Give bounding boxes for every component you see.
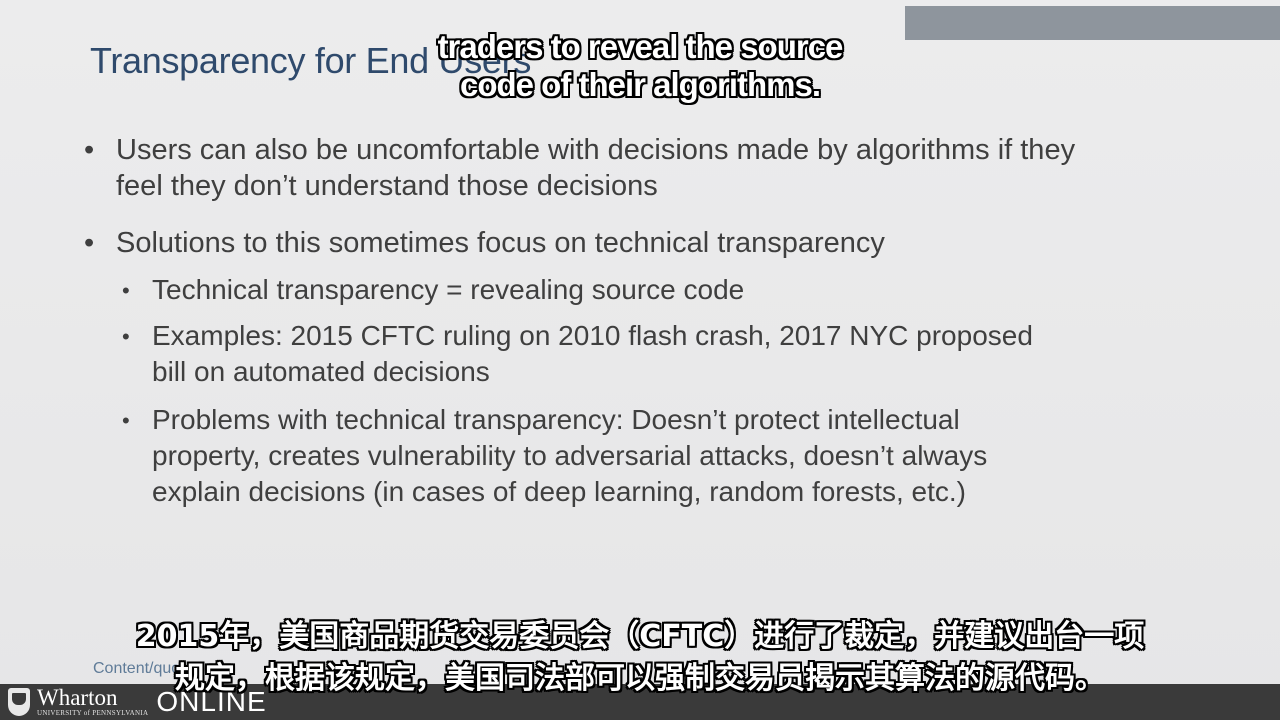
bullet-line: Solutions to this sometimes focus on tec… bbox=[116, 227, 885, 259]
sub-bullet-item: • Problems with technical transparency: … bbox=[122, 402, 988, 510]
bullet-item: • Users can also be uncomfortable with d… bbox=[84, 132, 1076, 204]
sub-bullet-item: • Examples: 2015 CFTC ruling on 2010 fla… bbox=[122, 318, 1033, 390]
logo-university: UNIVERSITY of PENNSYLVANIA bbox=[37, 709, 149, 717]
slide: Transparency for End Users • Users can a… bbox=[0, 0, 1280, 720]
english-subtitle: traders to reveal the source code of the… bbox=[340, 27, 940, 104]
bullet-marker: • bbox=[122, 408, 130, 433]
header-band bbox=[905, 6, 1280, 40]
bullet-line: Users can also be uncomfortable with dec… bbox=[116, 134, 1076, 166]
bullet-line: property, creates vulnerability to adver… bbox=[152, 440, 988, 471]
bullet-marker: • bbox=[122, 324, 130, 349]
bullet-line: Examples: 2015 CFTC ruling on 2010 flash… bbox=[152, 320, 1033, 351]
bullet-line: feel they don’t understand those decisio… bbox=[116, 170, 658, 202]
chinese-subtitle: 2015年，美国商品期货交易委员会（CFTC）进行了裁定，并建议出台一项 规定，… bbox=[100, 616, 1180, 700]
subtitle-line: 规定，根据该规定，美国司法部可以强制交易员揭示其算法的源代码。 bbox=[174, 660, 1106, 697]
shield-icon bbox=[8, 688, 30, 716]
bullet-line: explain decisions (in cases of deep lear… bbox=[152, 476, 966, 507]
bullet-marker: • bbox=[84, 227, 95, 259]
bullet-marker: • bbox=[84, 134, 95, 166]
subtitle-line: code of their algorithms. bbox=[459, 65, 822, 104]
bullet-line: bill on automated decisions bbox=[152, 356, 490, 387]
bullet-marker: • bbox=[122, 278, 130, 303]
subtitle-line: traders to reveal the source bbox=[437, 27, 844, 66]
bullet-line: Technical transparency = revealing sourc… bbox=[152, 274, 745, 305]
bullet-line: Problems with technical transparency: Do… bbox=[152, 404, 960, 435]
subtitle-line: 2015年，美国商品期货交易委员会（CFTC）进行了裁定，并建议出台一项 bbox=[135, 618, 1145, 655]
bullet-item: • Solutions to this sometimes focus on t… bbox=[84, 225, 885, 261]
sub-bullet-item: • Technical transparency = revealing sou… bbox=[122, 272, 745, 308]
